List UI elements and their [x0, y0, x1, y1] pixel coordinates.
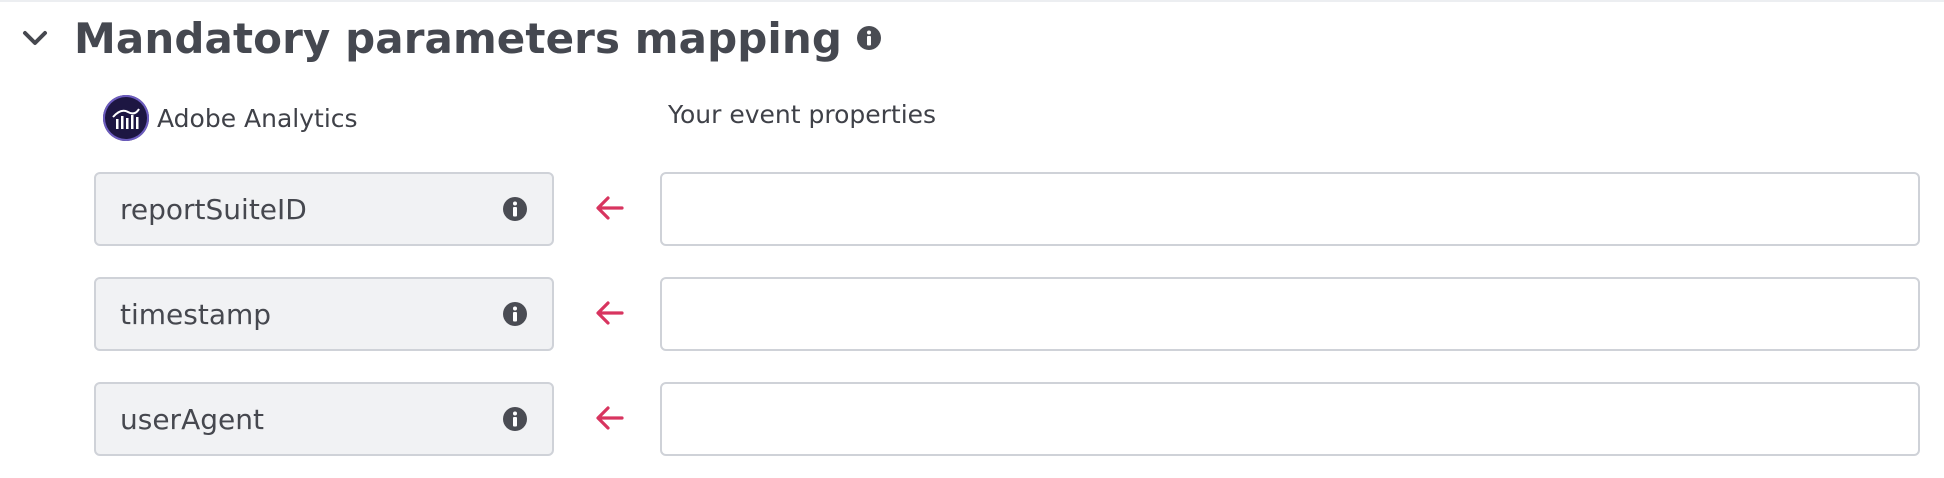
section-header: Mandatory parameters mapping [18, 10, 882, 66]
info-icon[interactable] [502, 196, 528, 222]
param-name: timestamp [120, 297, 272, 331]
event-property-input[interactable] [660, 172, 1920, 246]
top-divider [0, 0, 1944, 2]
section-title: Mandatory parameters mapping [74, 13, 843, 63]
param-name: userAgent [120, 402, 264, 436]
arrow-left-icon [594, 192, 626, 224]
param-field: userAgent [94, 382, 554, 456]
mapping-row-useragent: userAgent [94, 382, 1922, 456]
event-properties-label: Your event properties [668, 100, 937, 129]
adobe-analytics-logo [103, 95, 149, 141]
param-field: timestamp [94, 277, 554, 351]
event-property-input[interactable] [660, 277, 1920, 351]
chevron-down-icon[interactable] [18, 21, 52, 55]
mapping-row-reportsuiteid: reportSuiteID [94, 172, 1922, 246]
destination-header: Adobe Analytics [103, 95, 358, 141]
mapping-row-timestamp: timestamp [94, 277, 1922, 351]
arrow-left-icon [594, 297, 626, 329]
param-field: reportSuiteID [94, 172, 554, 246]
event-property-input[interactable] [660, 382, 1920, 456]
arrow-left-icon [594, 402, 626, 434]
info-icon[interactable] [856, 25, 882, 51]
destination-name: Adobe Analytics [157, 103, 358, 133]
info-icon[interactable] [502, 301, 528, 327]
param-name: reportSuiteID [120, 192, 307, 226]
info-icon[interactable] [502, 406, 528, 432]
